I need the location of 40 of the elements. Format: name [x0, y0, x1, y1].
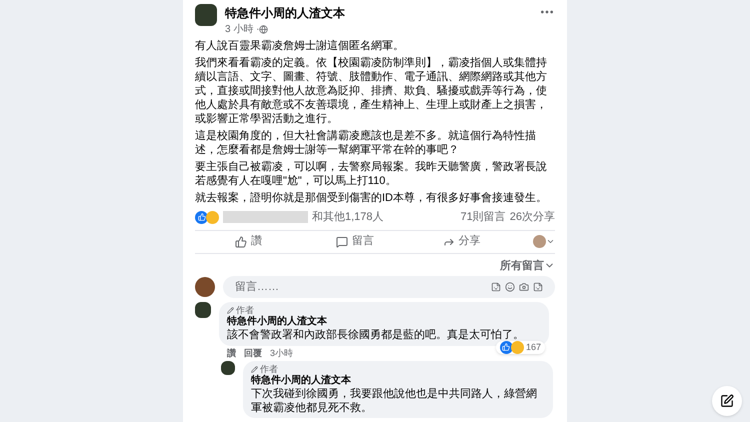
comment-text: 該不會警政署和內政部長徐國勇都是藍的吧。真是太可怕了。: [227, 328, 525, 343]
comment-link[interactable]: 回覆: [244, 348, 262, 359]
author-label: 作者: [236, 305, 254, 316]
comment-reactions[interactable]: 167: [496, 340, 545, 354]
user-avatar: [195, 277, 215, 297]
comment-input[interactable]: 留言……: [223, 276, 555, 298]
author-label: 作者: [260, 364, 278, 374]
reply-author[interactable]: 特急件小周的人渣文本: [251, 375, 545, 387]
share-count[interactable]: 26次分享: [510, 209, 555, 226]
comment-tool-icons[interactable]: [491, 282, 543, 292]
pencil-icon: [227, 307, 234, 314]
post-paragraph: 這是校園角度的，但大社會講霸凌應該也是差不多。就這個行為特性描述，怎麼看都是詹姆士謝等一幫網軍平常在幹的事吧？: [195, 129, 537, 157]
reaction-icons: [195, 210, 219, 224]
caret-icon: [546, 237, 556, 246]
reaction-count[interactable]: 和其他1,178人: [312, 209, 384, 226]
pencil-icon: [251, 366, 258, 373]
avatar: [195, 4, 217, 26]
action-icon: [234, 236, 247, 248]
post-paragraph: 要主張自己被霸凌，可以啊，去警察局報案。我昨天聽警廣，警政署長說若感覺有人在嘎哩"尬"，可以馬上打110。: [195, 160, 548, 188]
reaction-icons: [500, 340, 524, 354]
avatar: [221, 361, 235, 375]
compose-button[interactable]: [712, 386, 742, 416]
sort-dropdown[interactable]: 所有留言: [500, 258, 555, 274]
globe-icon: [259, 25, 268, 34]
action-button[interactable]: 讚: [195, 233, 302, 250]
reply-text: 下次我碰到徐國勇，我要跟他說他也是中共同路人，綠營網軍被霸凌他都見死不救。: [251, 387, 538, 415]
action-icon: [336, 236, 348, 248]
comment-author[interactable]: 特急件小周的人渣文本: [227, 316, 541, 328]
post-paragraph: 有人說百靈果霸凌詹姆士謝這個匿名網軍。: [195, 39, 405, 53]
avatar: [195, 302, 211, 318]
compose-icon: [720, 394, 734, 408]
comment-link[interactable]: 讚: [227, 348, 236, 359]
comment-count[interactable]: 71則留言: [460, 209, 506, 226]
comment-time[interactable]: 3小時: [270, 348, 294, 359]
action-button[interactable]: 分享: [408, 233, 516, 250]
action-button[interactable]: 留言: [302, 233, 408, 250]
post-paragraph: 我們來看看霸凌的定義。依【校園霸凌防制準則】，霸凌指個人或集體持續以言語、文字、圖畫、符號、肢體動作、電子通訊、網際網路或其他方式，直接或間接對他人故意為貶抑、排擠、欺負、騷擾或戲弄等行為，使他人處於具有敵意或不友善環境，產生精神上、生理上或財產上之損害，或影響正常學習活動之進行。: [195, 56, 548, 126]
author-name[interactable]: 特急件小周的人渣文本: [225, 4, 531, 22]
post-paragraph: 就去報案，證明你就是那個受到傷害的ID本尊，有很多好事會接連發生。: [195, 191, 548, 205]
post-time[interactable]: 3 小時 ·: [225, 22, 260, 37]
